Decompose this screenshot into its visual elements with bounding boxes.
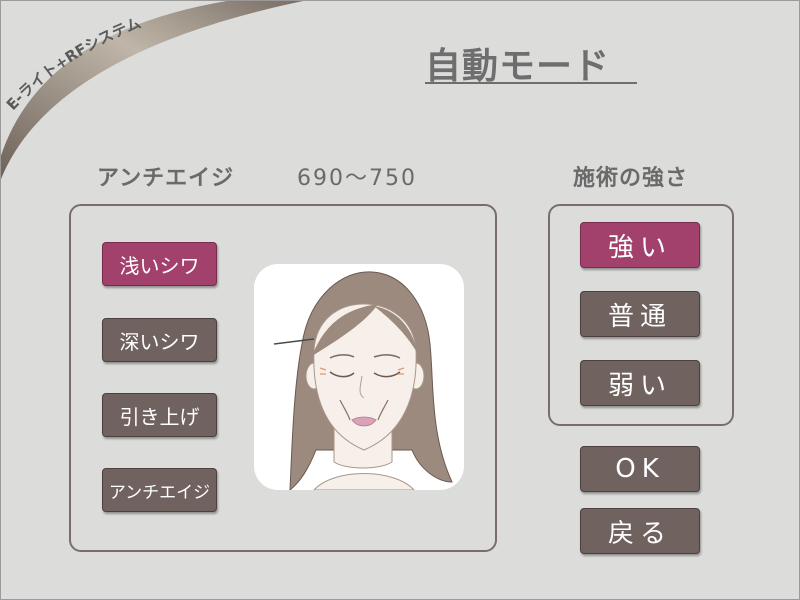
strength-button-weak[interactable]: 弱い xyxy=(580,360,700,406)
mode-button-deep-wrinkles[interactable]: 深いシワ xyxy=(102,318,217,362)
strength-heading: 施術の強さ xyxy=(573,166,689,191)
wavelength-range: 690〜750 xyxy=(297,166,417,191)
face-illustration-icon xyxy=(273,271,453,490)
mode-button-shallow-wrinkles[interactable]: 浅いシワ xyxy=(102,242,217,286)
mode-button-lift-up[interactable]: 引き上げ xyxy=(102,393,217,437)
mode-button-anti-aging[interactable]: アンチエイジ xyxy=(102,468,217,512)
screen: E-ライト+RFシステム 自動モード アンチエイジ 690〜750 施術の強さ … xyxy=(0,0,800,600)
brand-logo-text: E-ライト+RFシステム xyxy=(3,14,144,114)
title-underline xyxy=(425,82,637,84)
face-illustration-frame xyxy=(254,264,464,490)
strength-button-strong[interactable]: 強い xyxy=(580,222,700,268)
mode-heading: アンチエイジ xyxy=(97,166,235,191)
strength-button-normal[interactable]: 普通 xyxy=(580,291,700,337)
back-button[interactable]: 戻る xyxy=(580,508,700,554)
ok-button[interactable]: OK xyxy=(580,446,700,492)
